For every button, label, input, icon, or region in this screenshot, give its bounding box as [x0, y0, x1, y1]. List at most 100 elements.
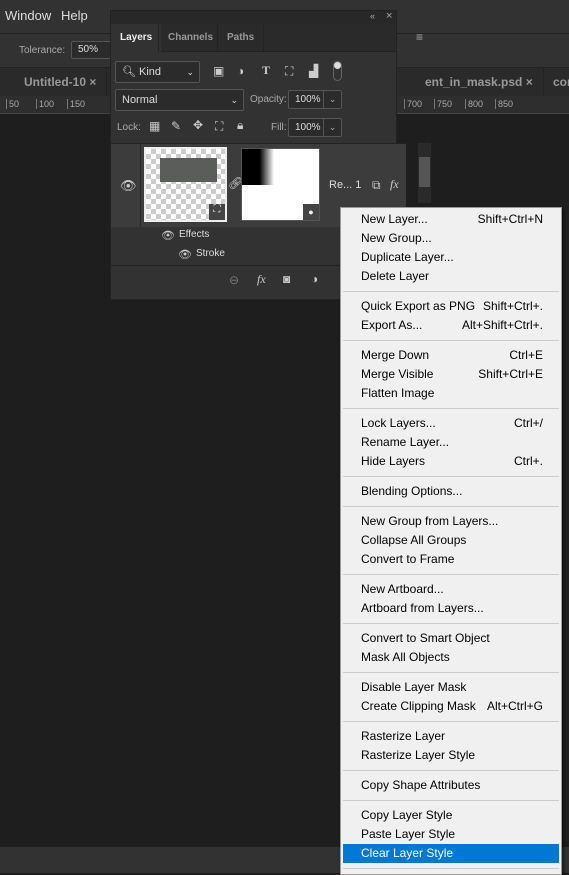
- menu-help[interactable]: Help: [61, 8, 88, 23]
- blend-mode-select[interactable]: Normal ⌄: [115, 89, 244, 111]
- menu-separator: [341, 403, 561, 414]
- menu-item-convert-to-smart-object[interactable]: Convert to Smart Object: [343, 629, 559, 648]
- menu-item-artboard-from-layers[interactable]: Artboard from Layers...: [343, 599, 559, 618]
- fx-icon[interactable]: fx: [390, 177, 399, 192]
- lock-image-pixels-icon[interactable]: ✎: [171, 119, 181, 133]
- menu-item-label: Export As...: [361, 318, 423, 332]
- chevron-down-icon[interactable]: ⌄: [323, 119, 341, 136]
- lock-artboard-icon[interactable]: ⛶: [215, 119, 223, 134]
- layer-name[interactable]: Re... 1: [329, 179, 361, 191]
- shape-layer-filter-icon[interactable]: ⛶: [285, 64, 293, 79]
- menu-item-mask-all-objects[interactable]: Mask All Objects: [343, 648, 559, 667]
- menu-item-merge-visible[interactable]: Merge Visible Shift+Ctrl+E: [343, 365, 559, 384]
- menu-item-label: Flatten Image: [361, 386, 435, 400]
- close-icon[interactable]: ×: [386, 10, 392, 22]
- menu-item-new-artboard[interactable]: New Artboard...: [343, 580, 559, 599]
- layers-scrollbar[interactable]: [418, 143, 431, 203]
- doc-tab[interactable]: Untitled-10 ×: [14, 68, 108, 97]
- menu-item-copy-layer-style[interactable]: Copy Layer Style: [343, 806, 559, 825]
- menu-item-paste-layer-style[interactable]: Paste Layer Style: [343, 825, 559, 844]
- ruler-tick: 700: [404, 99, 422, 109]
- tolerance-label: Tolerance:: [19, 45, 66, 56]
- menu-item-shortcut: Shift+Ctrl+.: [482, 299, 543, 313]
- menu-item-blending-options[interactable]: Blending Options...: [343, 482, 559, 501]
- tolerance-input[interactable]: 50%: [71, 41, 111, 59]
- menu-item-duplicate-layer[interactable]: Duplicate Layer...: [343, 248, 559, 267]
- layer-thumbnail[interactable]: ⛶: [144, 147, 227, 222]
- effect-stroke-label: Stroke: [196, 248, 225, 259]
- menu-item-label: Hide Layers: [361, 454, 426, 468]
- menu-item-new-group-from-layers[interactable]: New Group from Layers...: [343, 512, 559, 531]
- menu-item-create-clipping-mask[interactable]: Create Clipping Mask Alt+Ctrl+G: [343, 697, 559, 716]
- lock-position-icon[interactable]: ✥: [193, 118, 203, 132]
- add-layer-style-icon[interactable]: fx: [257, 272, 266, 287]
- menu-separator: [341, 863, 561, 874]
- menu-item-label: Disable Layer Mask: [361, 680, 467, 694]
- add-mask-icon[interactable]: ◙: [283, 272, 290, 286]
- filter-kind-value: Kind: [139, 66, 162, 78]
- menu-item-shortcut: Alt+Shift+Ctrl+.: [461, 318, 543, 332]
- shape-icon: ⛶: [209, 204, 225, 220]
- adjustment-layer-icon[interactable]: ◑: [311, 272, 318, 286]
- menu-item-export-as[interactable]: Export As... Alt+Shift+Ctrl+.: [343, 316, 559, 335]
- menu-item-shortcut: Shift+Ctrl+E: [478, 367, 543, 381]
- menu-item-clear-layer-style[interactable]: Clear Layer Style: [343, 844, 559, 863]
- filter-toggle[interactable]: [333, 61, 342, 81]
- close-icon[interactable]: ×: [526, 75, 533, 89]
- menu-window[interactable]: Window: [5, 8, 51, 23]
- menu-item-new-group[interactable]: New Group...: [343, 229, 559, 248]
- smart-object-filter-icon[interactable]: ▟: [309, 64, 318, 78]
- menu-item-delete-layer[interactable]: Delete Layer: [343, 267, 559, 286]
- eye-icon[interactable]: 👁︎: [120, 178, 137, 194]
- eye-icon[interactable]: 👁︎: [161, 229, 175, 242]
- menu-item-quick-export-as-png[interactable]: Quick Export as PNG Shift+Ctrl+.: [343, 297, 559, 316]
- lock-transparent-pixels-icon[interactable]: ▦: [149, 119, 160, 133]
- menu-item-disable-layer-mask[interactable]: Disable Layer Mask: [343, 678, 559, 697]
- opacity-input[interactable]: 100% ⌄: [288, 90, 342, 109]
- menu-item-flatten-image[interactable]: Flatten Image: [343, 384, 559, 403]
- close-icon[interactable]: ×: [89, 75, 96, 89]
- tab-paths[interactable]: Paths: [217, 24, 265, 52]
- menu-item-label: Convert to Smart Object: [361, 631, 490, 645]
- menu-item-copy-shape-attributes[interactable]: Copy Shape Attributes: [343, 776, 559, 795]
- menu-item-lock-layers[interactable]: Lock Layers... Ctrl+/: [343, 414, 559, 433]
- collapse-icon[interactable]: «: [370, 11, 375, 21]
- menu-separator: [341, 795, 561, 806]
- effects-label: Effects: [179, 229, 210, 240]
- menu-item-rasterize-layer-style[interactable]: Rasterize Layer Style: [343, 746, 559, 765]
- filter-kind-select[interactable]: 🔍︎ Kind ⌄: [115, 61, 200, 83]
- doc-tab[interactable]: cor: [543, 68, 569, 97]
- menu-item-hide-layers[interactable]: Hide Layers Ctrl+.: [343, 452, 559, 471]
- chevron-down-icon: ⌄: [186, 67, 194, 77]
- tab-layers[interactable]: Layers: [111, 24, 162, 52]
- menu-item-label: Convert to Frame: [361, 552, 455, 566]
- menu-item-collapse-all-groups[interactable]: Collapse All Groups: [343, 531, 559, 550]
- eye-icon[interactable]: 👁︎: [178, 248, 192, 261]
- pixel-layer-filter-icon[interactable]: ▣: [213, 64, 224, 78]
- tab-channels[interactable]: Channels: [158, 24, 222, 52]
- panel-menu-icon[interactable]: ≡: [416, 30, 423, 44]
- menu-separator: [341, 501, 561, 512]
- context-menu: New Layer... Shift+Ctrl+N New Group... Dupl…: [340, 207, 562, 875]
- menu-item-convert-to-frame[interactable]: Convert to Frame: [343, 550, 559, 569]
- chevron-down-icon[interactable]: ⌄: [323, 91, 341, 108]
- type-layer-filter-icon[interactable]: T: [262, 63, 270, 78]
- menu-item-new-layer[interactable]: New Layer... Shift+Ctrl+N: [343, 210, 559, 229]
- menu-item-shortcut: Ctrl+.: [513, 454, 543, 468]
- opacity-label: Opacity:: [250, 94, 287, 105]
- menu-separator: [341, 569, 561, 580]
- layer-mask-thumbnail[interactable]: ●: [241, 148, 320, 221]
- menu-item-rasterize-layer[interactable]: Rasterize Layer: [343, 727, 559, 746]
- adjustment-layer-filter-icon[interactable]: ◑: [237, 64, 244, 78]
- ruler-tick: 150: [67, 99, 85, 109]
- menu-item-rename-layer[interactable]: Rename Layer...: [343, 433, 559, 452]
- fill-input[interactable]: 100% ⌄: [288, 118, 342, 137]
- menu-item-merge-down[interactable]: Merge Down Ctrl+E: [343, 346, 559, 365]
- link-layers-icon[interactable]: ⊖: [229, 273, 239, 287]
- lock-all-icon[interactable]: 🔒︎: [237, 118, 243, 133]
- doc-tab[interactable]: ent_in_mask.psd ×: [415, 68, 544, 97]
- menu-item-label: New Group from Layers...: [361, 514, 499, 528]
- opacity-value: 100%: [295, 94, 321, 105]
- menu-item-label: Lock Layers...: [361, 416, 436, 430]
- scrollbar-thumb[interactable]: [419, 157, 430, 187]
